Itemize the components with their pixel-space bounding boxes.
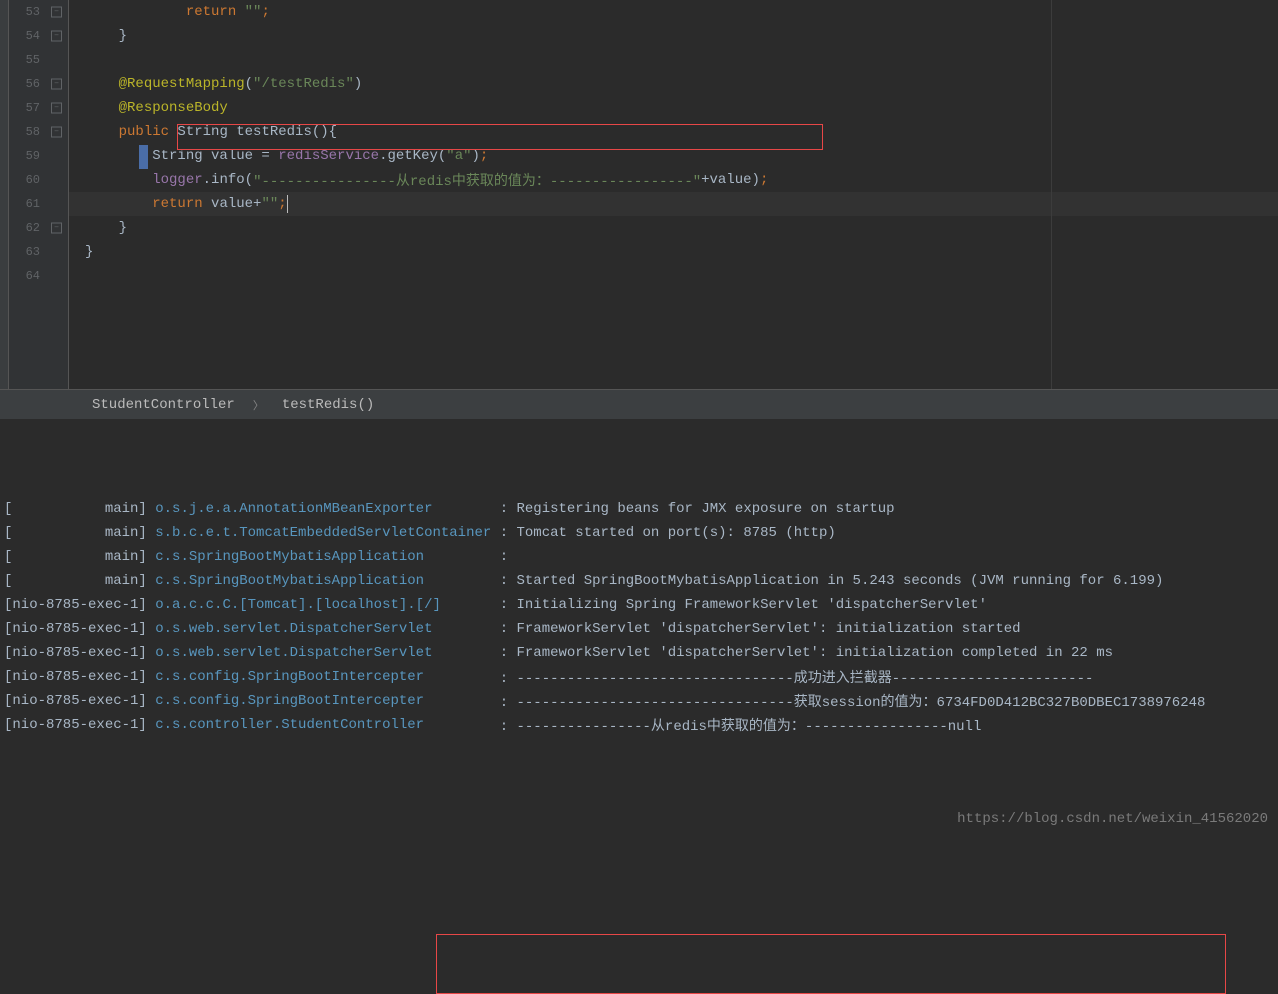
fold-icon[interactable]: −	[51, 31, 62, 42]
gutter[interactable]: 53−54−5556−57−58−59606162−6364	[9, 0, 69, 389]
gutter-line[interactable]: 54−	[9, 24, 68, 48]
fold-icon[interactable]: −	[51, 223, 62, 234]
text-caret	[287, 195, 288, 213]
code-line[interactable]	[69, 48, 1278, 72]
breadcrumb-class[interactable]: StudentController	[92, 397, 235, 413]
log-line[interactable]: [nio-8785-exec-1] o.a.c.c.C.[Tomcat].[lo…	[4, 593, 1274, 617]
code-line[interactable]: String value = redisService.getKey("a");	[69, 144, 1278, 168]
gutter-line[interactable]: 63	[9, 240, 68, 264]
code-line[interactable]: }	[69, 240, 1278, 264]
fold-icon[interactable]: −	[51, 79, 62, 90]
log-line[interactable]: [ main] s.b.c.e.t.TomcatEmbeddedServletC…	[4, 521, 1274, 545]
code-line[interactable]: }	[69, 24, 1278, 48]
side-strip	[0, 0, 9, 389]
gutter-line[interactable]: 59	[9, 144, 68, 168]
highlight-box-console	[436, 934, 1226, 994]
gutter-line[interactable]: 62−	[9, 216, 68, 240]
log-line[interactable]: [ main] o.s.j.e.a.AnnotationMBeanExporte…	[4, 497, 1274, 521]
gutter-line[interactable]: 60	[9, 168, 68, 192]
code-line[interactable]: return "";	[69, 0, 1278, 24]
code-line[interactable]: return value+"";	[69, 192, 1278, 216]
code-area[interactable]: return ""; } @RequestMapping("/testRedis…	[69, 0, 1278, 389]
gutter-line[interactable]: 56−	[9, 72, 68, 96]
fold-icon[interactable]: −	[51, 127, 62, 138]
fold-icon[interactable]: −	[51, 7, 62, 18]
code-line[interactable]: }	[69, 216, 1278, 240]
watermark: https://blog.csdn.net/weixin_41562020	[957, 811, 1268, 827]
code-line[interactable]: @RequestMapping("/testRedis")	[69, 72, 1278, 96]
log-line[interactable]: [ main] c.s.SpringBootMybatisApplication…	[4, 569, 1274, 593]
gutter-line[interactable]: 64	[9, 264, 68, 288]
right-margin-line	[1051, 0, 1052, 389]
code-editor[interactable]: 53−54−5556−57−58−59606162−6364 return ""…	[0, 0, 1278, 389]
breadcrumb-method[interactable]: testRedis()	[282, 397, 374, 413]
code-line[interactable]: logger.info("----------------从redis中获取的值…	[69, 168, 1278, 192]
gutter-line[interactable]: 53−	[9, 0, 68, 24]
gutter-line[interactable]: 55	[9, 48, 68, 72]
fold-icon[interactable]: −	[51, 103, 62, 114]
log-line[interactable]: [nio-8785-exec-1] o.s.web.servlet.Dispat…	[4, 641, 1274, 665]
gutter-line[interactable]: 58−	[9, 120, 68, 144]
gutter-line[interactable]: 61	[9, 192, 68, 216]
code-line[interactable]	[69, 264, 1278, 288]
code-line[interactable]: @ResponseBody	[69, 96, 1278, 120]
breadcrumb[interactable]: StudentController 〉 testRedis()	[0, 389, 1278, 419]
log-line[interactable]: [nio-8785-exec-1] c.s.config.SpringBootI…	[4, 665, 1274, 689]
log-line[interactable]: [nio-8785-exec-1] c.s.controller.Student…	[4, 713, 1274, 737]
log-line[interactable]: [nio-8785-exec-1] c.s.config.SpringBootI…	[4, 689, 1274, 713]
chevron-right-icon: 〉	[253, 397, 264, 413]
code-line[interactable]: public String testRedis(){	[69, 120, 1278, 144]
log-line[interactable]: [ main] c.s.SpringBootMybatisApplication…	[4, 545, 1274, 569]
blue-gutter-mark	[139, 145, 148, 169]
console-spacer	[0, 419, 1278, 493]
log-line[interactable]: [nio-8785-exec-1] o.s.web.servlet.Dispat…	[4, 617, 1274, 641]
gutter-line[interactable]: 57−	[9, 96, 68, 120]
console-output[interactable]: [ main] o.s.j.e.a.AnnotationMBeanExporte…	[0, 493, 1278, 837]
